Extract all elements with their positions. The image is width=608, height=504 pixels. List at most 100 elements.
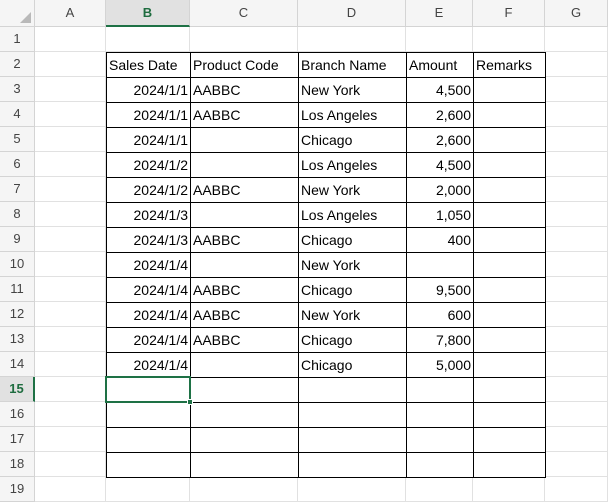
table-cell-sales-date[interactable]: [106, 427, 191, 453]
cell-g14[interactable]: [545, 352, 608, 377]
cell-c19[interactable]: [190, 477, 298, 502]
cell-a4[interactable]: [35, 102, 106, 127]
table-header-product-code[interactable]: Product Code: [190, 52, 299, 78]
row-header-15[interactable]: 15: [0, 377, 35, 402]
table-cell-product-code[interactable]: [190, 377, 299, 403]
cell-g17[interactable]: [545, 427, 608, 452]
cell-g8[interactable]: [545, 202, 608, 227]
table-cell-remarks[interactable]: [473, 402, 546, 428]
column-header-b[interactable]: B: [106, 0, 190, 27]
cell-g12[interactable]: [545, 302, 608, 327]
row-header-7[interactable]: 7: [0, 177, 35, 202]
table-cell-branch-name[interactable]: Los Angeles: [298, 102, 407, 128]
table-cell-branch-name[interactable]: Chicago: [298, 127, 407, 153]
table-cell-product-code[interactable]: AABBC: [190, 302, 299, 328]
table-cell-remarks[interactable]: [473, 252, 546, 278]
cell-a12[interactable]: [35, 302, 106, 327]
cell-g2[interactable]: [545, 52, 608, 77]
row-header-13[interactable]: 13: [0, 327, 35, 352]
cell-a18[interactable]: [35, 452, 106, 477]
table-cell-remarks[interactable]: [473, 102, 546, 128]
table-cell-product-code[interactable]: [190, 352, 299, 378]
row-header-19[interactable]: 19: [0, 477, 35, 502]
row-header-10[interactable]: 10: [0, 252, 35, 277]
row-header-2[interactable]: 2: [0, 52, 35, 77]
table-cell-branch-name[interactable]: Chicago: [298, 352, 407, 378]
column-header-g[interactable]: G: [545, 0, 608, 27]
cell-a8[interactable]: [35, 202, 106, 227]
table-cell-branch-name[interactable]: New York: [298, 302, 407, 328]
row-header-16[interactable]: 16: [0, 402, 35, 427]
cell-g4[interactable]: [545, 102, 608, 127]
cell-g11[interactable]: [545, 277, 608, 302]
row-header-9[interactable]: 9: [0, 227, 35, 252]
table-cell-amount[interactable]: [406, 452, 474, 478]
row-header-18[interactable]: 18: [0, 452, 35, 477]
row-header-8[interactable]: 8: [0, 202, 35, 227]
cell-a10[interactable]: [35, 252, 106, 277]
fill-handle[interactable]: [187, 399, 193, 405]
table-cell-amount[interactable]: [406, 377, 474, 403]
table-cell-product-code[interactable]: [190, 152, 299, 178]
table-cell-product-code[interactable]: [190, 402, 299, 428]
cell-a1[interactable]: [35, 27, 106, 52]
table-cell-remarks[interactable]: [473, 352, 546, 378]
table-cell-product-code[interactable]: [190, 252, 299, 278]
table-cell-branch-name[interactable]: Los Angeles: [298, 152, 407, 178]
table-cell-amount[interactable]: 2,600: [406, 127, 474, 153]
table-cell-product-code[interactable]: [190, 127, 299, 153]
cell-g13[interactable]: [545, 327, 608, 352]
table-cell-amount[interactable]: 1,050: [406, 202, 474, 228]
cell-f19[interactable]: [473, 477, 545, 502]
table-cell-branch-name[interactable]: Los Angeles: [298, 202, 407, 228]
cell-a16[interactable]: [35, 402, 106, 427]
cell-a3[interactable]: [35, 77, 106, 102]
table-cell-sales-date[interactable]: 2024/1/4: [106, 352, 191, 378]
table-cell-amount[interactable]: 600: [406, 302, 474, 328]
cell-e19[interactable]: [406, 477, 473, 502]
table-cell-remarks[interactable]: [473, 152, 546, 178]
table-cell-amount[interactable]: 4,500: [406, 77, 474, 103]
table-cell-amount[interactable]: 7,800: [406, 327, 474, 353]
cell-g16[interactable]: [545, 402, 608, 427]
table-cell-amount[interactable]: 9,500: [406, 277, 474, 303]
table-cell-product-code[interactable]: AABBC: [190, 102, 299, 128]
cell-b1[interactable]: [106, 27, 190, 52]
row-header-1[interactable]: 1: [0, 27, 35, 52]
cell-g7[interactable]: [545, 177, 608, 202]
row-header-6[interactable]: 6: [0, 152, 35, 177]
column-header-f[interactable]: F: [473, 0, 545, 27]
row-header-4[interactable]: 4: [0, 102, 35, 127]
table-cell-remarks[interactable]: [473, 177, 546, 203]
table-cell-amount[interactable]: 4,500: [406, 152, 474, 178]
table-cell-remarks[interactable]: [473, 327, 546, 353]
table-cell-product-code[interactable]: [190, 202, 299, 228]
cell-a13[interactable]: [35, 327, 106, 352]
select-all-corner[interactable]: [0, 0, 35, 27]
table-cell-sales-date[interactable]: 2024/1/1: [106, 77, 191, 103]
table-cell-branch-name[interactable]: New York: [298, 252, 407, 278]
table-cell-remarks[interactable]: [473, 77, 546, 103]
cell-g6[interactable]: [545, 152, 608, 177]
table-cell-sales-date[interactable]: [106, 452, 191, 478]
cell-a11[interactable]: [35, 277, 106, 302]
table-cell-product-code[interactable]: [190, 427, 299, 453]
cell-a15[interactable]: [35, 377, 106, 402]
table-cell-product-code[interactable]: [190, 452, 299, 478]
cell-a17[interactable]: [35, 427, 106, 452]
table-cell-branch-name[interactable]: Chicago: [298, 227, 407, 253]
row-header-5[interactable]: 5: [0, 127, 35, 152]
cell-g15[interactable]: [545, 377, 608, 402]
table-cell-sales-date[interactable]: [106, 402, 191, 428]
cell-g1[interactable]: [545, 27, 608, 52]
column-header-e[interactable]: E: [406, 0, 473, 27]
table-cell-remarks[interactable]: [473, 427, 546, 453]
table-cell-amount[interactable]: 5,000: [406, 352, 474, 378]
table-cell-amount[interactable]: 400: [406, 227, 474, 253]
row-header-17[interactable]: 17: [0, 427, 35, 452]
table-cell-product-code[interactable]: AABBC: [190, 177, 299, 203]
table-header-branch-name[interactable]: Branch Name: [298, 52, 407, 78]
table-cell-amount[interactable]: [406, 252, 474, 278]
table-cell-sales-date[interactable]: [106, 377, 191, 403]
table-cell-sales-date[interactable]: 2024/1/4: [106, 302, 191, 328]
